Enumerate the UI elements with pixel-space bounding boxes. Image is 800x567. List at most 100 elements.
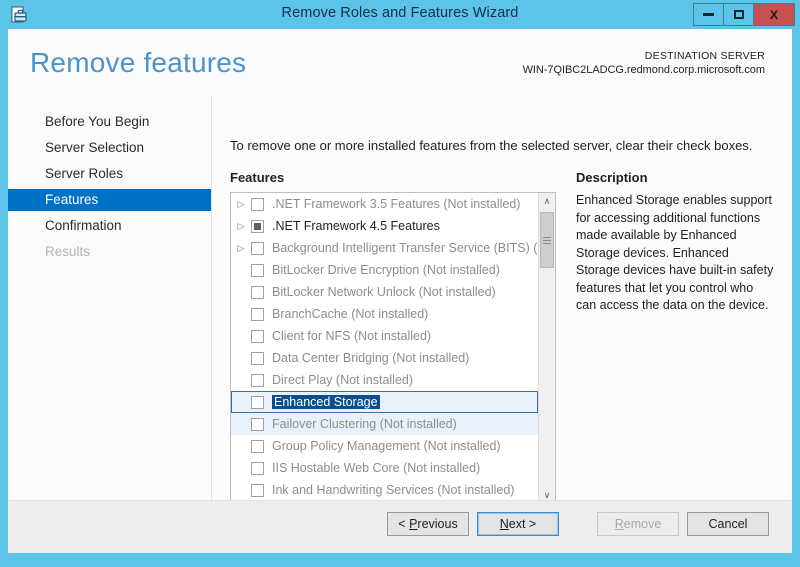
wizard-page: Remove features DESTINATION SERVER WIN-7… [8, 29, 792, 553]
tree-row[interactable]: ▷ Data Center Bridging (Not installed) [231, 347, 538, 369]
tree-row[interactable]: ▷ BitLocker Network Unlock (Not installed… [231, 281, 538, 303]
button-label: Remove [614, 517, 662, 531]
feature-checkbox[interactable] [251, 395, 264, 409]
tree-indent-spacer: ▷ [231, 325, 251, 347]
instruction-text: To remove one or more installed features… [230, 138, 753, 153]
feature-label: Ink and Handwriting Services (Not instal… [272, 483, 515, 497]
footer-button-spacer [567, 512, 589, 536]
wizard-footer: < Previous Next > Remove Cancel [8, 500, 792, 553]
destination-server-label: DESTINATION SERVER [644, 50, 765, 62]
maximize-button[interactable] [723, 3, 754, 26]
remove-button: Remove [597, 512, 679, 536]
scrollbar-grip-icon [543, 236, 551, 244]
tree-row[interactable]: ▷ Client for NFS (Not installed) [231, 325, 538, 347]
description-text: Enhanced Storage enables support for acc… [576, 193, 774, 312]
feature-checkbox[interactable] [251, 373, 264, 387]
feature-label: Client for NFS (Not installed) [272, 329, 432, 343]
features-tree-listbox[interactable]: ▷ .NET Framework 3.5 Features (Not instal… [230, 192, 556, 522]
title-bar[interactable]: Remove Roles and Features Wizard X [0, 0, 800, 29]
feature-label: Group Policy Management (Not installed) [272, 439, 501, 453]
minimize-button[interactable] [693, 3, 724, 26]
window-controls: X [693, 3, 795, 26]
sidebar-item-label: Confirmation [45, 218, 122, 233]
tree-row[interactable]: ▷ Failover Clustering (Not installed) [231, 413, 538, 435]
feature-label: .NET Framework 4.5 Features [272, 219, 440, 233]
scroll-up-icon[interactable]: ∧ [539, 193, 555, 210]
feature-label: Background Intelligent Transfer Service … [272, 241, 538, 255]
expand-arrow-icon[interactable]: ▷ [231, 215, 251, 237]
tree-row[interactable]: ▷ BitLocker Drive Encryption (Not install… [231, 259, 538, 281]
tree-row[interactable]: ▷ .NET Framework 4.5 Features [231, 215, 538, 237]
description-column-label: Description [576, 170, 648, 185]
feature-checkbox[interactable] [251, 307, 264, 321]
feature-checkbox[interactable] [251, 461, 264, 475]
feature-checkbox[interactable] [251, 351, 264, 365]
feature-checkbox[interactable] [251, 329, 264, 343]
features-vertical-scrollbar[interactable]: ∧ ∨ [538, 193, 555, 504]
button-label: Cancel [708, 517, 748, 531]
tree-indent-spacer: ▷ [231, 347, 251, 369]
page-title: Remove features [30, 47, 247, 78]
features-tree-viewport: ▷ .NET Framework 3.5 Features (Not instal… [231, 193, 538, 504]
tree-indent-spacer: ▷ [231, 259, 251, 281]
button-label: Next > [499, 517, 537, 531]
feature-checkbox[interactable] [251, 263, 264, 277]
feature-label: BitLocker Network Unlock (Not installed) [272, 285, 496, 299]
feature-checkbox[interactable] [251, 439, 264, 453]
page-header: Remove features DESTINATION SERVER WIN-7… [8, 29, 792, 97]
feature-label: Data Center Bridging (Not installed) [272, 351, 470, 365]
minimize-icon [703, 13, 714, 16]
window-title: Remove Roles and Features Wizard [281, 5, 519, 21]
tree-row[interactable]: ▷ Background Intelligent Transfer Service… [231, 237, 538, 259]
close-button[interactable]: X [753, 3, 795, 26]
feature-label: BitLocker Drive Encryption (Not installe… [272, 263, 500, 277]
expand-arrow-icon[interactable]: ▷ [231, 193, 251, 215]
feature-label: IIS Hostable Web Core (Not installed) [272, 461, 481, 475]
feature-checkbox[interactable] [251, 285, 264, 299]
feature-checkbox[interactable] [251, 417, 264, 431]
tree-indent-spacer: ▷ [231, 391, 251, 413]
sidebar-item-features[interactable]: Features [8, 189, 211, 211]
tree-indent-spacer: ▷ [231, 457, 251, 479]
sidebar-item-label: Before You Begin [45, 114, 150, 129]
tree-row[interactable]: ▷ BranchCache (Not installed) [231, 303, 538, 325]
tree-row[interactable]: ▷ IIS Hostable Web Core (Not installed) [231, 457, 538, 479]
previous-button[interactable]: < Previous [387, 512, 469, 536]
tree-indent-spacer: ▷ [231, 281, 251, 303]
sidebar-item-results: Results [8, 241, 211, 263]
next-button[interactable]: Next > [477, 512, 559, 536]
feature-label: Direct Play (Not installed) [272, 373, 414, 387]
sidebar-item-server-roles[interactable]: Server Roles [8, 163, 211, 185]
tree-indent-spacer: ▷ [231, 369, 251, 391]
feature-label: .NET Framework 3.5 Features (Not install… [272, 197, 521, 211]
sidebar-item-label: Features [45, 192, 99, 207]
feature-label: Failover Clustering (Not installed) [272, 417, 457, 431]
cancel-button[interactable]: Cancel [687, 512, 769, 536]
feature-checkbox[interactable] [251, 197, 264, 211]
vertical-scrollbar-thumb[interactable] [540, 212, 554, 268]
destination-server-name: WIN-7QIBC2LADCG.redmond.corp.microsoft.c… [522, 64, 765, 76]
footer-button-row: < Previous Next > Remove Cancel [387, 512, 769, 536]
wizard-window: Remove Roles and Features Wizard X Remov… [0, 0, 800, 567]
features-column-label: Features [230, 170, 285, 185]
sidebar-item-label: Server Selection [45, 140, 145, 155]
sidebar-item-confirmation[interactable]: Confirmation [8, 215, 211, 237]
tree-row[interactable]: ▷ Ink and Handwriting Services (Not insta… [231, 479, 538, 501]
tree-row[interactable]: ▷ .NET Framework 3.5 Features (Not instal… [231, 193, 538, 215]
wizard-nav-sidebar: Before You Begin Server Selection Server R… [8, 97, 211, 501]
sidebar-item-server-selection[interactable]: Server Selection [8, 137, 211, 159]
tree-row[interactable]: ▷ Direct Play (Not installed) [231, 369, 538, 391]
feature-checkbox[interactable] [251, 483, 264, 497]
sidebar-item-label: Results [45, 244, 91, 259]
expand-arrow-icon[interactable]: ▷ [231, 237, 251, 259]
feature-checkbox[interactable] [251, 241, 264, 255]
button-label: < Previous [398, 517, 458, 531]
feature-label: Enhanced Storage [272, 395, 380, 409]
tree-row[interactable]: ▷ Enhanced Storage [231, 391, 538, 413]
destination-server-block: DESTINATION SERVER WIN-7QIBC2LADCG.redmo… [523, 49, 765, 77]
sidebar-item-label: Server Roles [45, 166, 124, 181]
feature-checkbox[interactable] [251, 219, 264, 233]
tree-row[interactable]: ▷ Group Policy Management (Not installed) [231, 435, 538, 457]
tree-indent-spacer: ▷ [231, 479, 251, 501]
sidebar-item-before-you-begin[interactable]: Before You Begin [8, 111, 211, 133]
